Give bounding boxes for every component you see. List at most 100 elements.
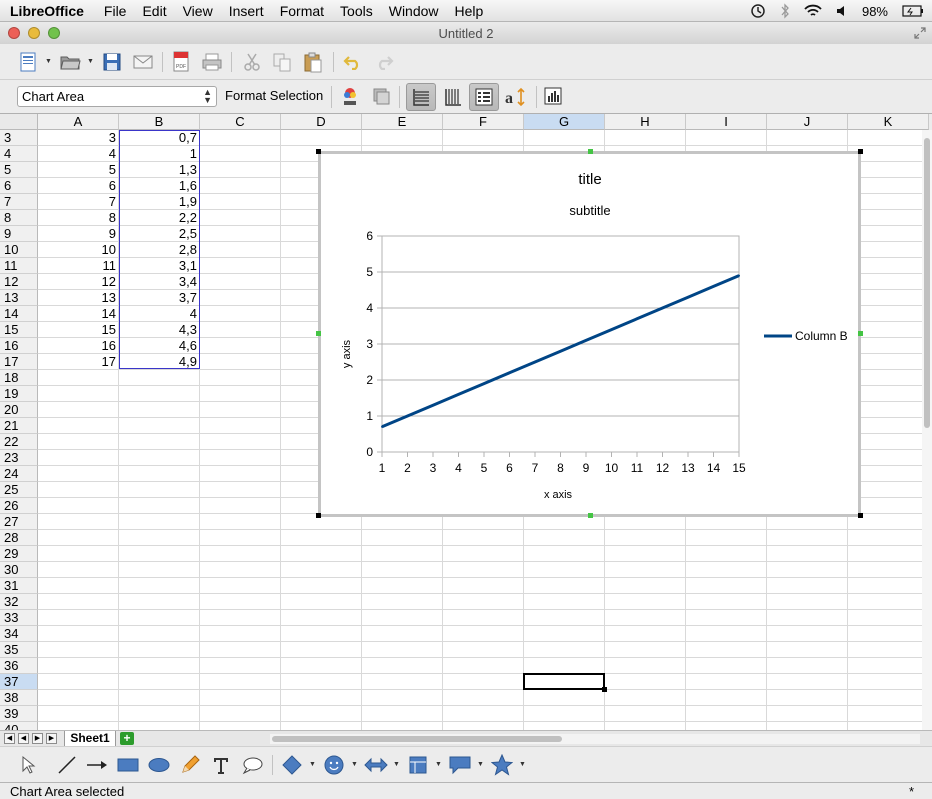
row-header-16[interactable]: 16: [0, 338, 38, 354]
select-pointer-icon[interactable]: [16, 753, 40, 777]
vertical-scrollbar[interactable]: [922, 130, 932, 730]
select-all-corner[interactable]: [0, 114, 38, 130]
row-header-23[interactable]: 23: [0, 450, 38, 466]
paste-icon[interactable]: [301, 50, 325, 74]
open-dropdown-arrow[interactable]: ▼: [87, 58, 94, 65]
save-icon[interactable]: [100, 50, 124, 74]
resize-handle-bottom-left[interactable]: [316, 513, 321, 518]
row-header-15[interactable]: 15: [0, 322, 38, 338]
legend-toggle-button[interactable]: [469, 83, 499, 111]
cell-a[interactable]: 8: [38, 210, 118, 226]
print-icon[interactable]: [200, 50, 224, 74]
vertical-scroll-thumb[interactable]: [924, 138, 930, 428]
previous-sheet-button[interactable]: ◀: [18, 733, 29, 744]
cell-a[interactable]: 9: [38, 226, 118, 242]
row-header-4[interactable]: 4: [0, 146, 38, 162]
cell-b[interactable]: 3,1: [119, 258, 199, 274]
row-header-25[interactable]: 25: [0, 482, 38, 498]
freeform-pencil-icon[interactable]: [178, 753, 202, 777]
column-header-b[interactable]: B: [119, 114, 200, 130]
new-dropdown-arrow[interactable]: ▼: [45, 58, 52, 65]
copy-icon[interactable]: [270, 50, 294, 74]
undo-icon[interactable]: [341, 50, 365, 74]
row-header-38[interactable]: 38: [0, 690, 38, 706]
block-arrows-icon[interactable]: [364, 753, 388, 777]
cell-b[interactable]: 1,9: [119, 194, 199, 210]
basic-shapes-diamond-icon[interactable]: [280, 753, 304, 777]
row-header-3[interactable]: 3: [0, 130, 38, 146]
cell-b[interactable]: 2,5: [119, 226, 199, 242]
cell-a[interactable]: 13: [38, 290, 118, 306]
row-header-13[interactable]: 13: [0, 290, 38, 306]
vertical-grids-button[interactable]: [438, 83, 468, 111]
cell-a[interactable]: 12: [38, 274, 118, 290]
row-header-26[interactable]: 26: [0, 498, 38, 514]
email-icon[interactable]: [131, 50, 155, 74]
chart-object[interactable]: title subtitle 0 1 2 3 4 5 6 1 2 3 4 5 6 7 8 9 10 11 12 13 14 1…: [318, 151, 861, 517]
row-header-36[interactable]: 36: [0, 658, 38, 674]
scale-text-icon[interactable]: a: [501, 83, 531, 111]
cell-b[interactable]: 1: [119, 146, 199, 162]
column-header-f[interactable]: F: [443, 114, 524, 130]
row-header-5[interactable]: 5: [0, 162, 38, 178]
line-chart[interactable]: titlesubtitle01234561 2 3 4 5 6 7 8 9 10 11 12 13 14 1…: [321, 154, 858, 514]
bluetooth-icon[interactable]: [780, 3, 790, 19]
line-tool-icon[interactable]: [55, 753, 79, 777]
row-header-30[interactable]: 30: [0, 562, 38, 578]
cell-b[interactable]: 3,4: [119, 274, 199, 290]
row-header-10[interactable]: 10: [0, 242, 38, 258]
column-header-j[interactable]: J: [767, 114, 848, 130]
flowchart-icon[interactable]: [406, 753, 430, 777]
format-selection-button[interactable]: Format Selection: [225, 88, 323, 103]
cell-b[interactable]: 4,9: [119, 354, 199, 370]
cell-b[interactable]: 0,7: [119, 130, 199, 146]
row-header-12[interactable]: 12: [0, 274, 38, 290]
arrow-line-tool-icon[interactable]: [85, 753, 109, 777]
row-header-28[interactable]: 28: [0, 530, 38, 546]
column-header-h[interactable]: H: [605, 114, 686, 130]
cell-a[interactable]: 5: [38, 162, 118, 178]
rectangle-tool-icon[interactable]: [116, 753, 140, 777]
redo-icon[interactable]: [372, 50, 396, 74]
row-header-39[interactable]: 39: [0, 706, 38, 722]
row-header-8[interactable]: 8: [0, 210, 38, 226]
basic-shapes-dropdown-arrow[interactable]: ▼: [309, 761, 316, 768]
row-header-32[interactable]: 32: [0, 594, 38, 610]
cell-a[interactable]: 16: [38, 338, 118, 354]
active-cell-cursor[interactable]: [523, 673, 607, 692]
next-sheet-button[interactable]: ▶: [32, 733, 43, 744]
row-header-14[interactable]: 14: [0, 306, 38, 322]
cell-b[interactable]: 1,6: [119, 178, 199, 194]
row-header-11[interactable]: 11: [0, 258, 38, 274]
cell-a[interactable]: 4: [38, 146, 118, 162]
last-sheet-button[interactable]: ▶: [46, 733, 57, 744]
row-header-31[interactable]: 31: [0, 578, 38, 594]
add-sheet-button[interactable]: +: [120, 732, 134, 745]
cell-b[interactable]: 3,7: [119, 290, 199, 306]
cut-icon[interactable]: [240, 50, 264, 74]
callout-tool-icon[interactable]: [240, 753, 264, 777]
column-header-k[interactable]: K: [848, 114, 929, 130]
horizontal-grids-button[interactable]: [406, 83, 436, 111]
menu-help[interactable]: Help: [447, 3, 492, 19]
row-header-6[interactable]: 6: [0, 178, 38, 194]
menu-view[interactable]: View: [175, 3, 221, 19]
row-header-24[interactable]: 24: [0, 466, 38, 482]
row-header-7[interactable]: 7: [0, 194, 38, 210]
horizontal-scroll-thumb[interactable]: [272, 736, 562, 742]
horizontal-scrollbar[interactable]: [270, 734, 920, 744]
callouts-icon[interactable]: [448, 753, 472, 777]
row-header-37[interactable]: 37: [0, 674, 38, 690]
menu-window[interactable]: Window: [381, 3, 447, 19]
chart-data-table-icon[interactable]: [369, 84, 393, 108]
cell-a[interactable]: 10: [38, 242, 118, 258]
row-header-27[interactable]: 27: [0, 514, 38, 530]
column-header-g[interactable]: G: [524, 114, 605, 130]
cell-a[interactable]: 17: [38, 354, 118, 370]
automatic-layout-icon[interactable]: [541, 84, 565, 108]
export-pdf-icon[interactable]: PDF: [169, 50, 193, 74]
chart-type-icon[interactable]: [338, 84, 362, 108]
symbol-shapes-smiley-icon[interactable]: [322, 753, 346, 777]
wifi-icon[interactable]: [804, 4, 822, 18]
menu-insert[interactable]: Insert: [221, 3, 272, 19]
